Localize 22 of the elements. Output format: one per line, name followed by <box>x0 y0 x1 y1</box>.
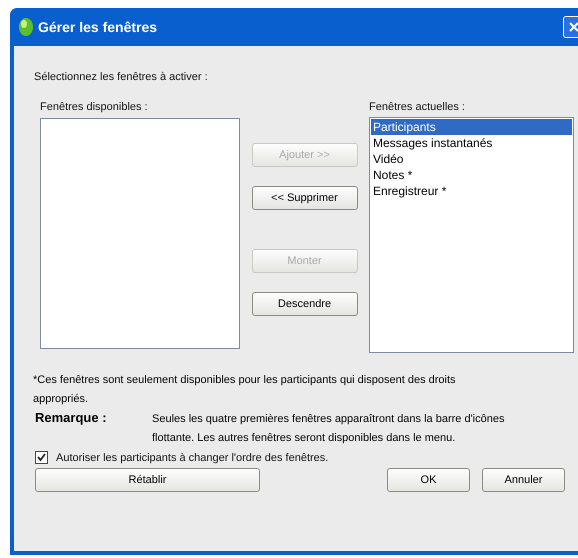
move-button[interactable]: << Supprimer <box>252 186 358 210</box>
close-icon <box>568 21 578 33</box>
checkbox-label: Autoriser les participants à changer l'ordre des fenêtres. <box>56 452 328 464</box>
list-item[interactable]: Vidéo <box>371 151 572 167</box>
list-label: Fenêtres actuelles : <box>369 101 466 113</box>
globe-icon <box>18 17 34 37</box>
cancel-button[interactable]: Annuler <box>482 468 565 492</box>
footnote-text: *Ces fenêtres sont seulement disponibles pour les participants qui disposent des droits appropriés. <box>33 373 457 407</box>
list-item[interactable]: Participants <box>371 119 572 135</box>
checkbox[interactable] <box>35 451 48 464</box>
remark-text: Seules les quatre premières fenêtres apparaîtront dans la barre d'icônes flottante. Les autres fenêtres seront disponibles dans le menu. <box>152 412 506 446</box>
window-title: Gérer les fenêtres <box>38 19 158 35</box>
move-button[interactable]: Descendre <box>252 292 358 316</box>
ok-button[interactable]: OK <box>387 468 470 492</box>
list-item[interactable]: Messages instantanés <box>371 135 572 151</box>
remark-label: Remarque : <box>34 410 108 427</box>
current-list[interactable]: Participants Messages instantanés Vidéo Notes * Enregistreur * <box>369 117 574 353</box>
instruction-text: Sélectionnez les fenêtres à activer : <box>33 71 209 83</box>
list-label: Fenêtres disponibles : <box>40 101 149 113</box>
list-item[interactable]: Enregistreur * <box>371 183 572 199</box>
list-item[interactable]: Notes * <box>371 167 572 183</box>
reset-button[interactable]: Rétablir <box>35 468 260 492</box>
